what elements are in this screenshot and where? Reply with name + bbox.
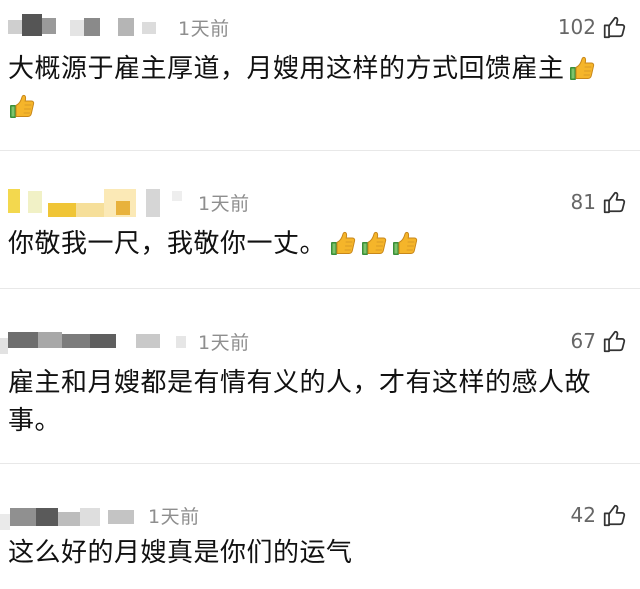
thumbs-up-emoji-icon — [391, 229, 419, 257]
like-count: 81 — [570, 190, 596, 214]
like-button[interactable]: 102 — [558, 12, 628, 42]
comment-text: 你敬我一尺，我敬你一丈。 — [8, 225, 632, 263]
comment-time: 1天前 — [198, 193, 250, 215]
comment-time: 1天前 — [178, 18, 230, 40]
avatar-username-blurred[interactable] — [0, 328, 190, 356]
like-count: 42 — [570, 503, 596, 527]
comment-meta: 1天前 102 — [0, 8, 640, 44]
like-count: 67 — [570, 329, 596, 353]
comment-meta: 1天前 81 — [0, 183, 640, 219]
divider — [0, 288, 640, 289]
divider — [0, 463, 640, 464]
comment-time: 1天前 — [148, 506, 200, 528]
like-button[interactable]: 81 — [571, 187, 628, 217]
thumbs-up-emoji-icon — [329, 229, 357, 257]
like-count: 102 — [557, 15, 596, 39]
comment-body: 雇主和月嫂都是有情有义的人，才有这样的感人故事。 — [8, 368, 592, 436]
avatar-username-blurred[interactable] — [8, 14, 158, 42]
divider — [0, 150, 640, 151]
comment-text: 大概源于雇主厚道，月嫂用这样的方式回馈雇主 — [8, 50, 632, 126]
avatar-username-blurred[interactable] — [8, 189, 188, 217]
like-button[interactable]: 67 — [571, 326, 628, 356]
thumbs-up-emoji-icon — [360, 229, 388, 257]
comment-body: 你敬我一尺，我敬你一丈。 — [8, 229, 327, 259]
like-button[interactable]: 42 — [571, 500, 628, 530]
comment-body: 这么好的月嫂真是你们的运气 — [8, 538, 353, 568]
comment-meta: 1天前 42 — [0, 496, 640, 532]
comment-text: 雇主和月嫂都是有情有义的人，才有这样的感人故事。 — [8, 364, 608, 440]
thumbs-up-emoji-icon — [568, 54, 596, 82]
comment-meta: 1天前 67 — [0, 322, 640, 358]
comment-time: 1天前 — [198, 332, 250, 354]
avatar-username-blurred[interactable] — [0, 502, 140, 530]
thumbs-up-outline-icon — [602, 189, 628, 215]
comment-body: 大概源于雇主厚道，月嫂用这样的方式回馈雇主 — [8, 54, 565, 84]
comment-text: 这么好的月嫂真是你们的运气 — [8, 534, 632, 572]
thumbs-up-outline-icon — [602, 328, 628, 354]
thumbs-up-outline-icon — [602, 14, 628, 40]
thumbs-up-outline-icon — [602, 502, 628, 528]
thumbs-up-emoji-icon — [8, 92, 36, 120]
